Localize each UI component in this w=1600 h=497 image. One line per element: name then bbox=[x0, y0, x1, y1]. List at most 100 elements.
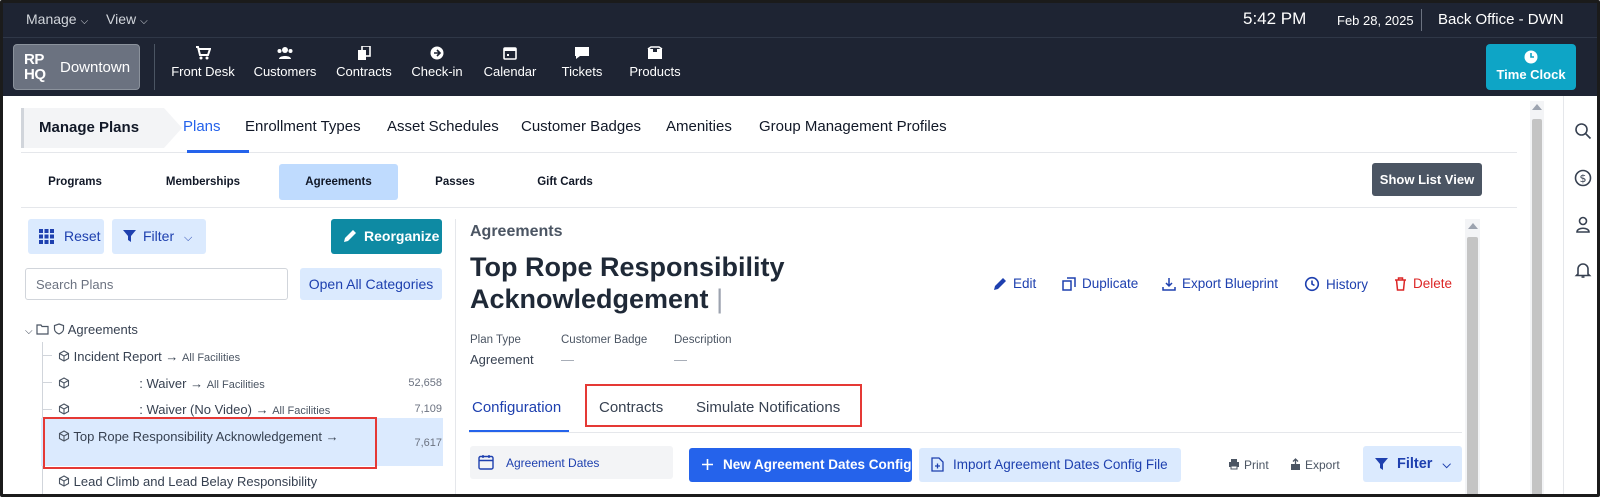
duplicate-button[interactable]: Duplicate bbox=[1062, 276, 1138, 291]
detail-scrollbar[interactable] bbox=[1465, 219, 1480, 494]
export-label: Export bbox=[1305, 458, 1340, 472]
cube-icon bbox=[58, 350, 70, 362]
meta-plan-type-label: Plan Type bbox=[470, 334, 521, 346]
plans-subnav: Manage Plans Plans Enrollment Types Asse… bbox=[21, 108, 1517, 153]
download-icon bbox=[1162, 278, 1176, 291]
new-agreement-dates-config-button[interactable]: New Agreement Dates Config bbox=[689, 448, 912, 482]
tree-item-waiver[interactable]: : Waiver → All Facilities bbox=[58, 376, 265, 391]
dollar-circle-icon[interactable]: $ bbox=[1564, 169, 1597, 192]
clock-date: Feb 28, 2025 bbox=[1337, 13, 1414, 28]
user-icon[interactable] bbox=[1564, 215, 1597, 238]
edit-button[interactable]: Edit bbox=[993, 276, 1036, 291]
search-plans-input[interactable] bbox=[25, 268, 288, 300]
nav-customers[interactable]: Customers bbox=[252, 46, 318, 79]
tab-asset-schedules[interactable]: Asset Schedules bbox=[387, 118, 499, 135]
tree-item-count: 52,658 bbox=[408, 377, 442, 389]
rail-divider bbox=[1563, 96, 1564, 494]
clock-icon bbox=[1524, 50, 1538, 64]
tab-customer-badges[interactable]: Customer Badges bbox=[521, 118, 641, 135]
funnel-icon bbox=[1375, 458, 1388, 470]
config-item-agreement-dates[interactable]: Agreement Dates bbox=[470, 446, 673, 479]
tree-item-name: : Waiver bbox=[139, 376, 187, 391]
office-name[interactable]: Back Office - DWN bbox=[1438, 11, 1564, 28]
active-tab-underline bbox=[469, 430, 569, 432]
plan-title: Top Rope Responsibility Acknowledgement … bbox=[470, 251, 810, 315]
tree-item-name: Lead Climb and Lead Belay Responsibility bbox=[73, 474, 318, 489]
nav-front-desk[interactable]: Front Desk bbox=[170, 46, 236, 79]
nav-contracts[interactable]: Contracts bbox=[333, 46, 395, 79]
plan-tab-passes[interactable]: Passes bbox=[423, 164, 487, 200]
nav-label: Front Desk bbox=[171, 64, 235, 79]
plan-tab-gift-cards[interactable]: Gift Cards bbox=[523, 164, 607, 200]
manage-menu-label: Manage bbox=[26, 11, 77, 27]
tab-amenities[interactable]: Amenities bbox=[666, 118, 732, 135]
reorganize-button[interactable]: Reorganize bbox=[331, 219, 442, 254]
search-icon[interactable] bbox=[1564, 122, 1597, 145]
printer-icon bbox=[1229, 459, 1239, 470]
chevron-down-icon: ⌵ bbox=[140, 16, 148, 27]
show-list-view-button[interactable]: Show List View bbox=[1372, 163, 1482, 196]
plan-title-line2: Acknowledgement bbox=[470, 284, 709, 314]
manage-menu[interactable]: Manage ⌵ bbox=[26, 11, 88, 27]
plan-tab-agreements[interactable]: Agreements bbox=[279, 164, 398, 200]
calendar-icon bbox=[503, 47, 517, 60]
divider bbox=[154, 44, 155, 90]
plan-tab-programs[interactable]: Programs bbox=[33, 164, 117, 200]
location-name: Downtown bbox=[60, 59, 131, 76]
location-button[interactable]: RP HQ Downtown bbox=[13, 44, 140, 90]
view-menu[interactable]: View ⌵ bbox=[106, 11, 148, 27]
app-window: Manage ⌵ View ⌵ 5:42 PM Feb 28, 2025 Back … bbox=[0, 0, 1600, 497]
delete-button[interactable]: Delete bbox=[1394, 276, 1452, 291]
export-button[interactable]: Export bbox=[1290, 458, 1340, 472]
open-all-categories-button[interactable]: Open All Categories bbox=[300, 268, 442, 300]
documents-icon bbox=[358, 46, 371, 60]
edit-label: Edit bbox=[1013, 276, 1037, 291]
category-label: Agreements bbox=[67, 322, 138, 337]
tree-category-agreements[interactable]: ⌵ Agreements bbox=[25, 322, 138, 337]
meta-plan-type-value: Agreement bbox=[470, 352, 534, 367]
grid-icon bbox=[39, 229, 54, 244]
file-plus-icon bbox=[931, 457, 944, 472]
tree-item-scope: All Facilities bbox=[272, 405, 331, 417]
scrollbar-thumb[interactable] bbox=[1467, 237, 1478, 494]
nav-products[interactable]: Products bbox=[626, 46, 684, 79]
print-button[interactable]: Print bbox=[1228, 458, 1269, 472]
time-clock-button[interactable]: Time Clock bbox=[1486, 44, 1576, 90]
tree-item-waiver-no-video[interactable]: : Waiver (No Video) → All Facilities bbox=[58, 402, 330, 417]
tree-item-arrow: → bbox=[165, 349, 179, 364]
tab-configuration[interactable]: Configuration bbox=[472, 399, 561, 416]
bell-icon[interactable] bbox=[1564, 261, 1597, 284]
reset-button[interactable]: Reset bbox=[28, 219, 104, 254]
nav-tickets[interactable]: Tickets bbox=[558, 46, 606, 79]
meta-customer-badge-label: Customer Badge bbox=[561, 334, 648, 346]
export-icon bbox=[1291, 458, 1300, 470]
nav-calendar[interactable]: Calendar bbox=[481, 46, 539, 79]
import-config-file-button[interactable]: Import Agreement Dates Config File bbox=[919, 448, 1181, 482]
tab-plans[interactable]: Plans bbox=[183, 118, 221, 135]
tree-connector bbox=[42, 355, 52, 356]
plan-tab-memberships[interactable]: Memberships bbox=[153, 164, 253, 200]
chevron-down-icon: ⌵ bbox=[184, 232, 193, 244]
tab-enrollment-types[interactable]: Enrollment Types bbox=[245, 118, 361, 135]
cube-icon bbox=[58, 403, 70, 415]
filter-button[interactable]: Filter ⌵ bbox=[112, 219, 206, 254]
cart-icon bbox=[196, 46, 211, 60]
breadcrumb-manage-plans[interactable]: Manage Plans bbox=[21, 108, 182, 148]
tab-group-management-profiles[interactable]: Group Management Profiles bbox=[759, 118, 947, 135]
tree-connector bbox=[42, 409, 52, 410]
history-button[interactable]: History bbox=[1304, 276, 1368, 292]
history-label: History bbox=[1326, 277, 1369, 292]
tree-item-lead-climb[interactable]: Lead Climb and Lead Belay Responsibility bbox=[58, 474, 317, 489]
export-blueprint-button[interactable]: Export Blueprint bbox=[1162, 276, 1278, 291]
config-filter-button[interactable]: Filter ⌵ bbox=[1363, 446, 1462, 482]
section-divider bbox=[21, 207, 1517, 208]
export-blueprint-label: Export Blueprint bbox=[1182, 276, 1279, 291]
pencil-icon bbox=[344, 230, 356, 242]
filter-label: Filter bbox=[143, 228, 175, 244]
page-scrollbar[interactable] bbox=[1530, 101, 1544, 494]
folder-icon bbox=[36, 324, 49, 335]
nav-check-in[interactable]: Check-in bbox=[408, 46, 466, 79]
tree-item-incident-report[interactable]: Incident Report → All Facilities bbox=[58, 349, 240, 364]
scrollbar-thumb[interactable] bbox=[1532, 119, 1542, 494]
tabs-baseline bbox=[469, 432, 1462, 433]
